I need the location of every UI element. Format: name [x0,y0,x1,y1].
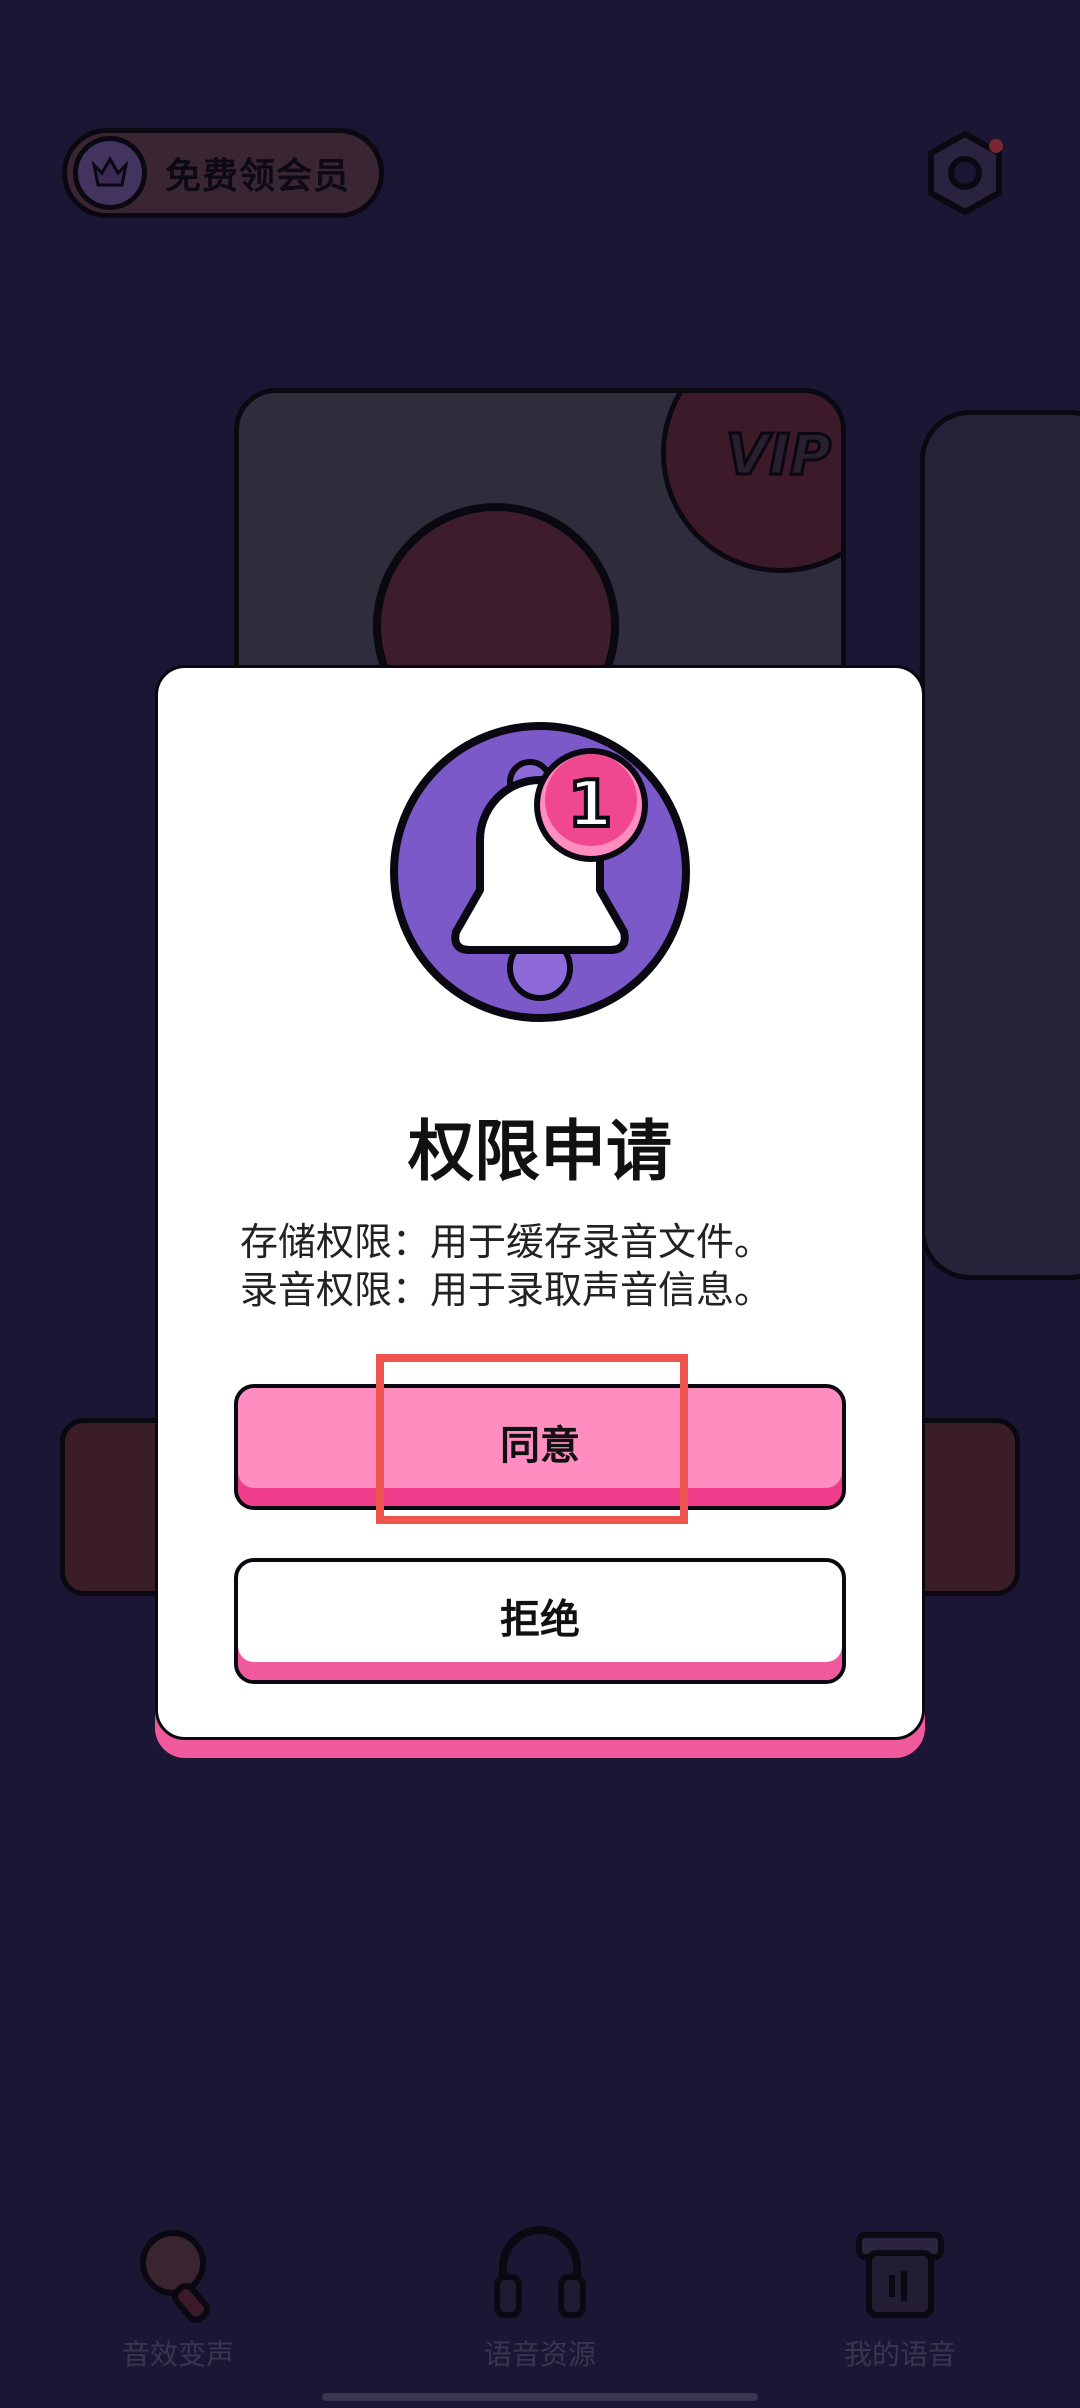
dialog-title: 权限申请 [408,1113,672,1190]
notification-count-badge: 1 [566,766,615,844]
record-permission-text: 录音权限：用于录取声音信息。 [240,1268,773,1312]
nav-item-my-voice[interactable]: 我的语音 [770,2215,1030,2373]
voice-box-icon [856,2232,944,2318]
next-effect-card[interactable] [920,410,1080,1280]
agree-highlight-box [376,1354,688,1524]
nav-label-my-voice: 我的语音 [843,2338,956,2371]
nav-label-sound-effects: 音效变声 [121,2338,234,2371]
home-indicator [322,2393,758,2401]
reject-button-label: 拒绝 [500,1597,580,1643]
vip-crown-icon [73,136,147,210]
bottom-nav: 音效变声 语音资源 我的语音 [0,2215,1080,2408]
reject-button[interactable]: 拒绝 [234,1558,846,1684]
headphones-icon [494,2226,586,2318]
settings-gear-icon[interactable] [920,128,1010,218]
dialog-description: 存储权限：用于缓存录音文件。 录音权限：用于录取声音信息。 [240,1218,880,1314]
nav-label-voice-resources: 语音资源 [483,2338,596,2371]
storage-permission-text: 存储权限：用于缓存录音文件。 [240,1220,773,1264]
notification-bell-icon [388,720,692,1024]
free-vip-button[interactable]: 免费领会员 [62,128,384,218]
nav-item-sound-effects[interactable]: 音效变声 [48,2215,308,2373]
nav-item-voice-resources[interactable]: 语音资源 [410,2215,670,2373]
microphone-icon [140,2230,210,2323]
free-vip-label: 免费领会员 [165,156,351,197]
vip-badge-label: VIP [724,422,832,490]
